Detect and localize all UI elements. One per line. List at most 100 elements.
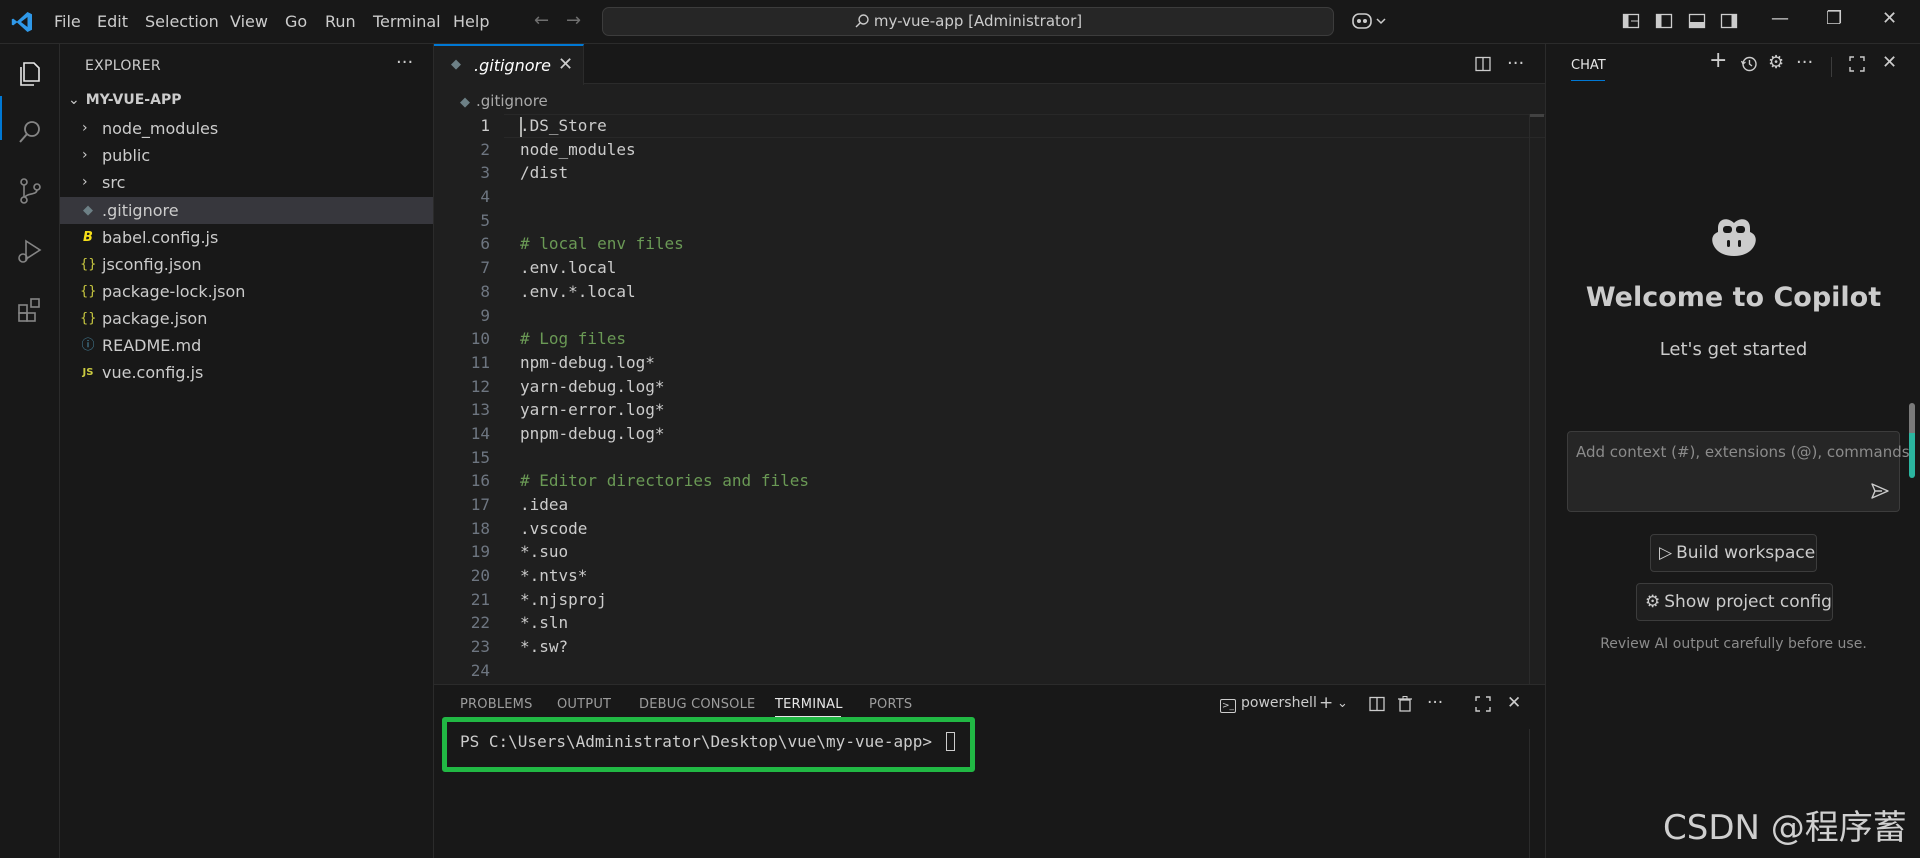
tree-item-gitignore[interactable]: ◆ .gitignore bbox=[60, 197, 433, 224]
code-editor[interactable]: 1 .DS_Store 2 node_modules 3/dist 4 5 6 # local … bbox=[434, 114, 1424, 683]
chevron-down-icon[interactable]: ⌄ bbox=[1337, 696, 1348, 711]
toggle-panel-icon[interactable] bbox=[1688, 12, 1706, 30]
toggle-secondary-sidebar-icon[interactable] bbox=[1720, 12, 1738, 30]
split-terminal-icon[interactable] bbox=[1368, 695, 1386, 713]
tab-terminal[interactable]: TERMINAL bbox=[775, 697, 843, 712]
menu-run[interactable]: Run bbox=[325, 12, 356, 31]
tab-gitignore[interactable]: ◆ .gitignore ✕ bbox=[434, 44, 584, 85]
forward-arrow-icon[interactable]: → bbox=[566, 10, 581, 31]
code-line[interactable]: 3/dist bbox=[434, 161, 1424, 185]
toggle-primary-sidebar-icon[interactable] bbox=[1655, 12, 1673, 30]
show-project-config-button[interactable]: ⚙ Show project config bbox=[1636, 583, 1833, 621]
build-workspace-button[interactable]: ▷ Build workspace bbox=[1650, 534, 1817, 572]
gear-icon[interactable]: ⚙ bbox=[1768, 52, 1784, 73]
editor-more-icon[interactable]: ··· bbox=[1507, 53, 1524, 74]
code-line[interactable]: 7 .env.local bbox=[434, 256, 1424, 280]
terminal-scrollbar[interactable] bbox=[1529, 729, 1545, 858]
command-center-search[interactable]: my-vue-app [Administrator] bbox=[602, 7, 1334, 36]
send-icon[interactable] bbox=[1870, 481, 1890, 501]
tree-item-package-json[interactable]: {} package.json bbox=[60, 305, 433, 332]
minimize-icon[interactable]: — bbox=[1771, 8, 1789, 29]
tree-item-readme[interactable]: ⓘ README.md bbox=[60, 332, 433, 359]
terminal-profile[interactable]: >_ powershell bbox=[1220, 695, 1317, 713]
maximize-chat-icon[interactable] bbox=[1848, 55, 1866, 73]
tree-item-public[interactable]: › public bbox=[60, 142, 433, 169]
tree-item-jsconfig[interactable]: {} jsconfig.json bbox=[60, 251, 433, 278]
code-line[interactable]: 6 # local env files bbox=[434, 232, 1424, 256]
breadcrumb[interactable]: ◆ .gitignore bbox=[460, 92, 548, 110]
search-view-icon[interactable] bbox=[15, 117, 45, 147]
run-debug-icon[interactable] bbox=[15, 236, 45, 266]
tree-item-babel-config[interactable]: B babel.config.js bbox=[60, 224, 433, 251]
menu-terminal[interactable]: Terminal bbox=[373, 12, 441, 31]
code-line[interactable]: 19 *.suo bbox=[434, 540, 1424, 564]
code-line[interactable]: 12 yarn-debug.log* bbox=[434, 375, 1424, 399]
panel-more-icon[interactable]: ··· bbox=[1427, 693, 1443, 713]
menu-edit[interactable]: Edit bbox=[97, 12, 128, 31]
code-line[interactable]: 5 bbox=[434, 209, 1424, 233]
code-line[interactable]: 11 npm-debug.log* bbox=[434, 351, 1424, 375]
chat-input[interactable]: Add context (#), extensions (@), command… bbox=[1567, 431, 1910, 512]
copilot-menu-icon[interactable] bbox=[1351, 11, 1389, 31]
back-arrow-icon[interactable]: ← bbox=[534, 10, 549, 31]
tab-problems[interactable]: PROBLEMS bbox=[460, 697, 533, 712]
tree-item-node-modules[interactable]: › node_modules bbox=[60, 115, 433, 142]
source-control-icon[interactable] bbox=[15, 176, 45, 206]
code-line[interactable]: 15 bbox=[434, 446, 1424, 470]
tab-ports[interactable]: PORTS bbox=[869, 697, 912, 712]
history-icon[interactable] bbox=[1740, 55, 1758, 73]
explorer-icon[interactable] bbox=[15, 59, 45, 89]
code-line[interactable]: 21 *.njsproj bbox=[434, 588, 1424, 612]
welcome-subtitle: Let's get started bbox=[1659, 339, 1808, 360]
chat-more-icon[interactable]: ··· bbox=[1796, 52, 1813, 73]
code-text: /dist bbox=[520, 163, 569, 183]
trash-icon[interactable] bbox=[1396, 695, 1414, 713]
close-panel-icon[interactable]: ✕ bbox=[1507, 693, 1521, 713]
tab-chat[interactable]: CHAT bbox=[1571, 58, 1606, 73]
code-line[interactable]: 4 bbox=[434, 185, 1424, 209]
more-actions-icon[interactable]: ··· bbox=[396, 52, 413, 73]
tree-item-label: README.md bbox=[102, 336, 202, 355]
editor-scrollbar[interactable] bbox=[1529, 114, 1545, 684]
tab-output[interactable]: OUTPUT bbox=[557, 697, 611, 712]
code-line[interactable]: 22 *.sln bbox=[434, 611, 1424, 635]
tab-debug-console[interactable]: DEBUG CONSOLE bbox=[639, 697, 755, 712]
code-line[interactable]: 18 .vscode bbox=[434, 517, 1424, 541]
code-line[interactable]: 9 bbox=[434, 304, 1424, 328]
code-line[interactable]: 16 # Editor directories and files bbox=[434, 469, 1424, 493]
editor-scroll-thumb[interactable] bbox=[1530, 114, 1544, 117]
menu-go[interactable]: Go bbox=[285, 12, 307, 31]
menu-help[interactable]: Help bbox=[453, 12, 489, 31]
json-file-icon: {} bbox=[80, 311, 97, 326]
split-editor-icon[interactable] bbox=[1474, 55, 1492, 73]
menu-file[interactable]: File bbox=[54, 12, 81, 31]
restore-icon[interactable]: ❐ bbox=[1826, 8, 1842, 29]
menu-selection[interactable]: Selection bbox=[145, 12, 219, 31]
extensions-icon[interactable] bbox=[15, 295, 45, 325]
close-tab-icon[interactable]: ✕ bbox=[558, 54, 573, 75]
code-line[interactable]: 24 bbox=[434, 659, 1424, 683]
code-line[interactable]: 14 pnpm-debug.log* bbox=[434, 422, 1424, 446]
code-line[interactable]: 2 node_modules bbox=[434, 138, 1424, 162]
tree-item-src[interactable]: › src bbox=[60, 169, 433, 196]
customize-layout-icon[interactable] bbox=[1622, 12, 1640, 30]
code-line[interactable]: 23 *.sw? bbox=[434, 635, 1424, 659]
menu-view[interactable]: View bbox=[230, 12, 268, 31]
code-line[interactable]: 10 # Log files bbox=[434, 327, 1424, 351]
new-terminal-icon[interactable]: + bbox=[1319, 693, 1333, 713]
code-line[interactable]: 20 *.ntvs* bbox=[434, 564, 1424, 588]
info-file-icon: ⓘ bbox=[81, 338, 95, 353]
new-chat-icon[interactable]: + bbox=[1709, 48, 1727, 73]
code-line[interactable]: 8 .env.*.local bbox=[434, 280, 1424, 304]
chat-scrollbar[interactable] bbox=[1909, 403, 1915, 478]
code-line[interactable]: 1 .DS_Store bbox=[434, 114, 1424, 138]
maximize-panel-icon[interactable] bbox=[1474, 695, 1492, 713]
editor-area: ◆ .gitignore ✕ ··· ◆ .gitignore 1 .DS_Stor… bbox=[434, 44, 1896, 684]
code-line[interactable]: 17 .idea bbox=[434, 493, 1424, 517]
close-window-icon[interactable]: ✕ bbox=[1882, 8, 1897, 29]
close-chat-icon[interactable]: ✕ bbox=[1882, 52, 1897, 73]
code-line[interactable]: 13 yarn-error.log* bbox=[434, 398, 1424, 422]
tree-item-package-lock[interactable]: {} package-lock.json bbox=[60, 278, 433, 305]
project-folder-header[interactable]: ⌄ MY-VUE-APP bbox=[68, 92, 181, 108]
tree-item-vue-config[interactable]: JS vue.config.js bbox=[60, 359, 433, 386]
